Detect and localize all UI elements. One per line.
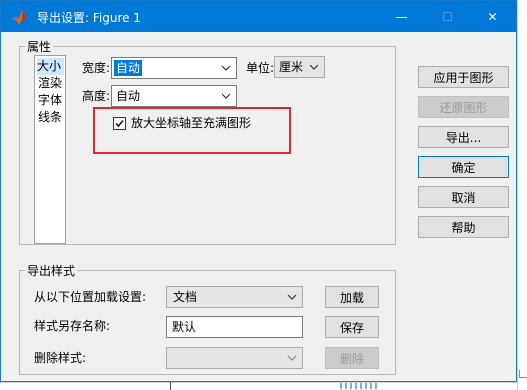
height-value: 自动	[116, 89, 141, 103]
chevron-down-icon	[287, 294, 297, 300]
properties-group-label: 属性	[27, 40, 52, 54]
ok-button[interactable]: 确定	[418, 156, 509, 178]
delete-style-label: 删除样式:	[34, 351, 87, 365]
units-label: 单位:	[246, 61, 275, 75]
title-bar[interactable]: 导出设置: Figure 1 — ☐ ✕	[1, 1, 516, 32]
delete-style-combo[interactable]	[166, 347, 303, 369]
width-combo[interactable]: 自动	[111, 57, 237, 79]
export-button[interactable]: 导出...	[418, 126, 509, 148]
height-label: 高度:	[82, 89, 111, 103]
style-name-value: 默认	[172, 320, 197, 334]
height-combo[interactable]: 自动	[111, 85, 237, 107]
style-name-input[interactable]: 默认	[166, 316, 303, 338]
chevron-down-icon	[221, 65, 231, 71]
window-title: 导出设置: Figure 1	[37, 11, 141, 25]
width-label: 宽度:	[82, 61, 111, 75]
units-value: 厘米	[279, 60, 304, 74]
category-item-size[interactable]: 大小	[37, 58, 64, 75]
save-style-label: 样式另存名称:	[34, 319, 111, 333]
category-item-fonts[interactable]: 字体	[38, 92, 64, 109]
chevron-down-icon	[309, 64, 319, 70]
load-settings-value: 文档	[173, 290, 198, 304]
maximize-icon: ☐	[442, 9, 453, 24]
background-dotted-line	[340, 383, 380, 389]
load-button[interactable]: 加载	[325, 286, 379, 308]
width-value: 自动	[114, 60, 143, 76]
restore-figure-button[interactable]: 还原图形	[418, 96, 509, 118]
chevron-down-icon	[221, 93, 231, 99]
background-edge	[0, 382, 517, 383]
delete-button[interactable]: 删除	[325, 347, 379, 369]
annotation-highlight-box	[93, 107, 291, 154]
background-edge	[517, 0, 518, 390]
help-button[interactable]: 帮助	[418, 216, 509, 238]
matlab-icon	[11, 9, 27, 25]
category-list[interactable]: 大小 渲染 字体 线条	[34, 55, 66, 244]
minimize-button[interactable]: —	[379, 1, 424, 32]
maximize-button[interactable]: ☐	[425, 1, 470, 32]
close-icon: ✕	[487, 9, 498, 24]
chevron-down-icon	[287, 355, 297, 361]
load-settings-combo[interactable]: 文档	[166, 286, 303, 308]
save-button[interactable]: 保存	[325, 316, 379, 338]
background-tick	[170, 382, 171, 390]
delete-style-value	[169, 350, 173, 366]
export-styles-group-label: 导出样式	[27, 264, 76, 278]
units-combo[interactable]: 厘米	[274, 56, 325, 78]
category-item-lines[interactable]: 线条	[38, 109, 64, 126]
export-settings-window: 导出设置: Figure 1 — ☐ ✕ 属性 大小 渲染 字体 线条 宽度: …	[0, 0, 517, 382]
cancel-button[interactable]: 取消	[418, 186, 509, 208]
load-settings-label: 从以下位置加载设置:	[34, 290, 147, 304]
apply-to-figure-button[interactable]: 应用于图形	[418, 66, 509, 88]
minimize-icon: —	[395, 9, 408, 24]
category-item-rendering[interactable]: 渲染	[38, 75, 64, 92]
background-corner-mark	[519, 370, 527, 378]
close-button[interactable]: ✕	[470, 1, 515, 32]
